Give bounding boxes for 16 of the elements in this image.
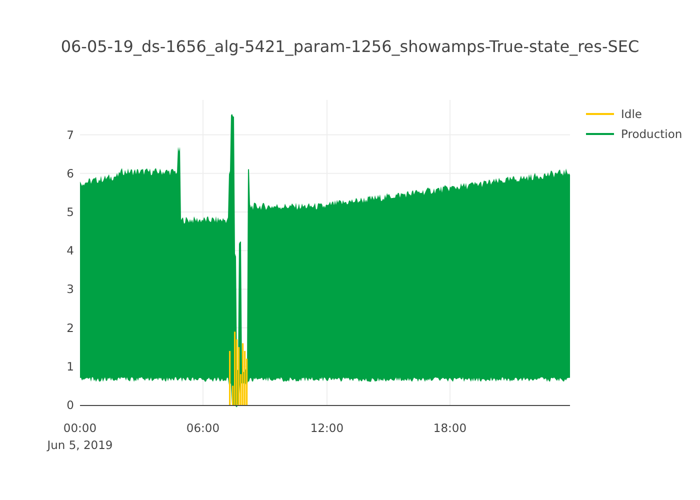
y-tick-label: 5 <box>66 205 74 219</box>
legend-label: Production <box>621 127 682 141</box>
y-tick-label: 7 <box>66 128 74 142</box>
y-tick-label: 0 <box>66 398 74 412</box>
y-tick-label: 1 <box>66 359 74 374</box>
legend-label: Idle <box>621 107 642 121</box>
x-tick-label: 18:00 <box>433 421 467 435</box>
x-tick-label: 00:00 <box>63 421 97 435</box>
y-tick-label: 3 <box>66 282 74 296</box>
chart-title: 06-05-19_ds-1656_alg-5421_param-1256_showamps-True-state_res-SEC <box>60 37 640 56</box>
x-tick-label: 06:00 <box>186 421 220 435</box>
y-tick-label: 6 <box>66 166 74 180</box>
x-date-label: Jun 5, 2019 <box>47 438 113 452</box>
y-tick-label: 4 <box>66 244 74 258</box>
y-tick-label: 2 <box>66 320 74 335</box>
x-tick-label: 12:00 <box>310 421 344 435</box>
